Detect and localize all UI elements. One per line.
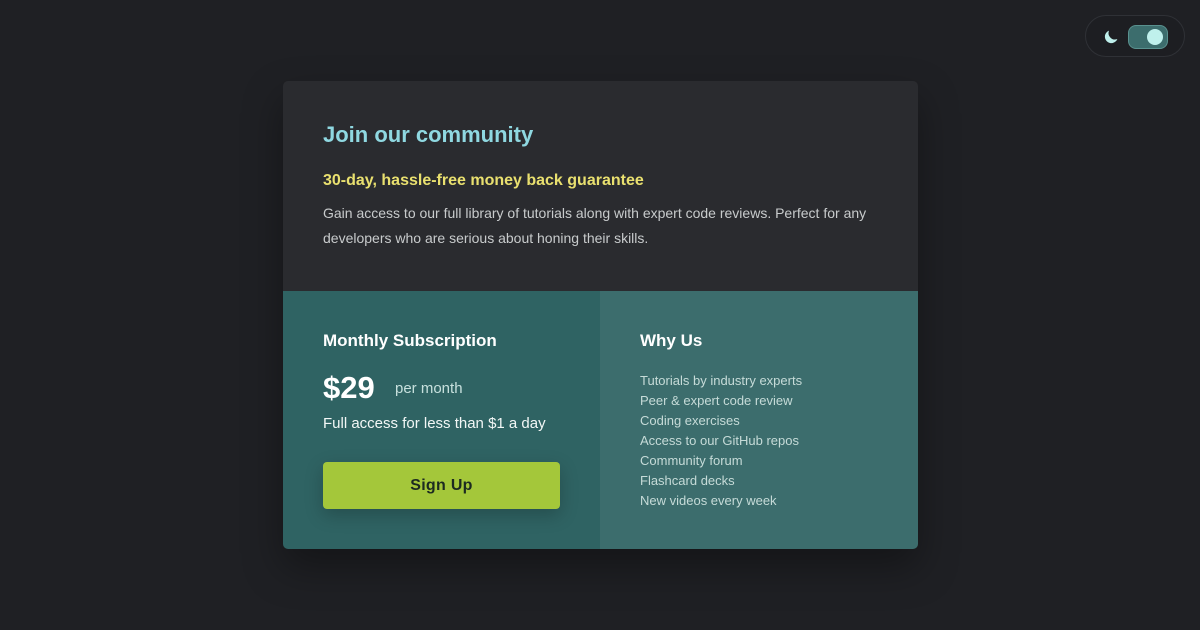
pricing-card: Join our community 30-day, hassle-free m… <box>283 81 918 549</box>
why-us-panel: Why Us Tutorials by industry experts Pee… <box>600 291 918 549</box>
subscription-heading: Monthly Subscription <box>323 331 497 350</box>
benefit-item: New videos every week <box>640 493 777 508</box>
price: $29 <box>323 370 375 405</box>
guarantee-heading: 30-day, hassle-free money back guarantee <box>323 172 644 189</box>
theme-toggle[interactable] <box>1085 15 1185 57</box>
switch-knob <box>1147 29 1163 45</box>
subscription-panel: Monthly Subscription $29 per month Full … <box>283 291 600 549</box>
benefit-item: Access to our GitHub repos <box>640 433 799 448</box>
benefit-item: Tutorials by industry experts <box>640 373 803 388</box>
price-period: per month <box>395 380 463 397</box>
moon-icon <box>1104 30 1118 44</box>
theme-switch[interactable] <box>1128 25 1168 49</box>
card-description: Gain access to our full library of tutor… <box>323 205 867 246</box>
card-title: Join our community <box>323 122 534 147</box>
benefit-item: Flashcard decks <box>640 473 735 488</box>
why-us-heading: Why Us <box>640 331 703 350</box>
sign-up-button[interactable]: Sign Up <box>323 462 560 509</box>
benefit-item: Coding exercises <box>640 413 740 428</box>
benefits-list: Tutorials by industry experts Peer & exp… <box>640 371 802 511</box>
community-section: Join our community 30-day, hassle-free m… <box>283 81 918 291</box>
benefit-item: Community forum <box>640 453 743 468</box>
benefit-item: Peer & expert code review <box>640 393 793 408</box>
access-note: Full access for less than $1 a day <box>323 415 546 432</box>
